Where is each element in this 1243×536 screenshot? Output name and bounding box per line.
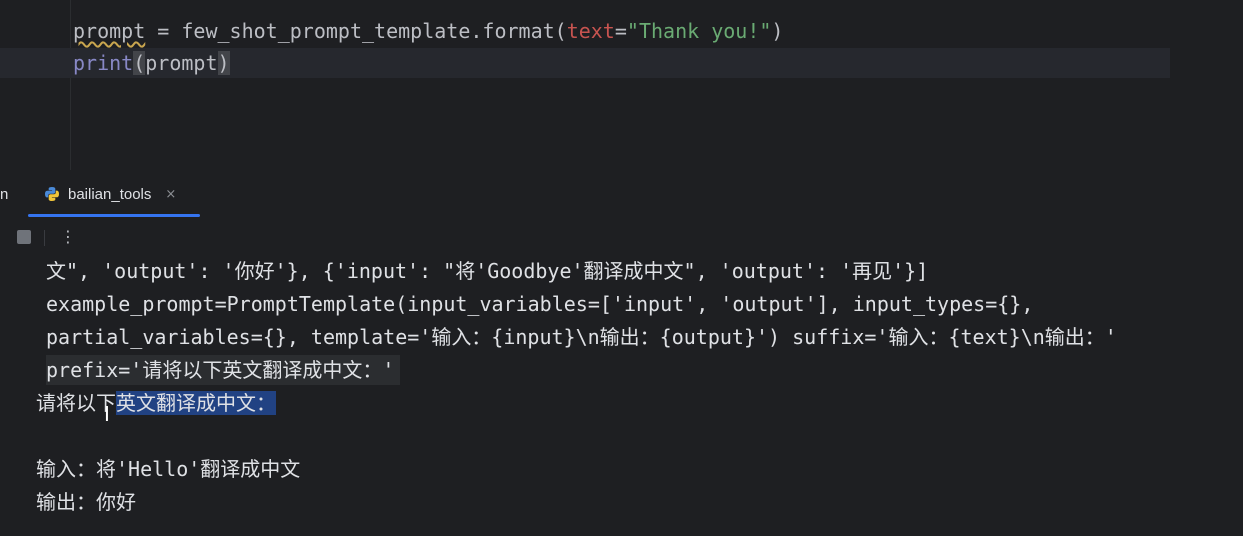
output-line: example_prompt=PromptTemplate(input_vari… [46,292,1034,316]
code-token-call: few_shot_prompt_template.format( [181,19,567,43]
code-token-arg: prompt [145,51,218,75]
gutter-divider [70,0,71,170]
python-icon [44,186,60,202]
run-tool-window: n bailian_tools × ⋮ 文", 'output': '你好'},… [0,170,1243,536]
output-line: prefix='请将以下英文翻译成中文：' [46,355,401,385]
run-toolbar: ⋮ [0,218,1243,256]
run-tab-bar: n bailian_tools × [0,170,1243,218]
code-token-param: text [566,19,615,43]
code-line-2[interactable]: print(prompt) [0,48,1170,78]
code-line-1[interactable]: prompt = few_shot_prompt_template.format… [73,16,783,46]
output-line: 输入：将'Hello'翻译成中文 [36,457,301,481]
code-token-variable: prompt [73,19,146,43]
tab-label: bailian_tools [68,185,152,203]
toolbar-divider [44,230,45,246]
close-icon[interactable]: × [165,187,176,202]
code-token-string: "Thank you!" [626,19,772,43]
tab-bailian-tools[interactable]: bailian_tools × [28,170,200,218]
partial-tab-label[interactable]: n [0,186,8,203]
console-output[interactable]: 文", 'output': '你好'}, {'input': "将'Goodby… [0,256,1243,536]
more-options-icon[interactable]: ⋮ [60,228,76,246]
text-selection: 英文翻译成中文： [116,391,276,415]
output-line: 输出：你好 [36,490,136,514]
output-line: 文", 'output': '你好'}, {'input': "将'Goodby… [46,259,929,283]
output-line-selected[interactable]: 请将以下英文翻译成中文： [36,388,276,418]
output-line: partial_variables={}, template='输入：{inpu… [46,325,1117,349]
stop-square [17,230,31,244]
code-token-eq: = [614,19,627,43]
code-token-operator: = [145,19,182,43]
stop-icon[interactable] [16,228,32,246]
active-tab-indicator [28,214,200,217]
code-token-close: ) [771,19,784,43]
code-editor[interactable]: prompt = few_shot_prompt_template.format… [0,0,1243,170]
code-token-open-paren: ( [133,51,146,75]
text-cursor-icon: I [104,402,110,426]
code-token-close-paren: ) [217,51,230,75]
code-token-builtin: print [73,51,134,75]
